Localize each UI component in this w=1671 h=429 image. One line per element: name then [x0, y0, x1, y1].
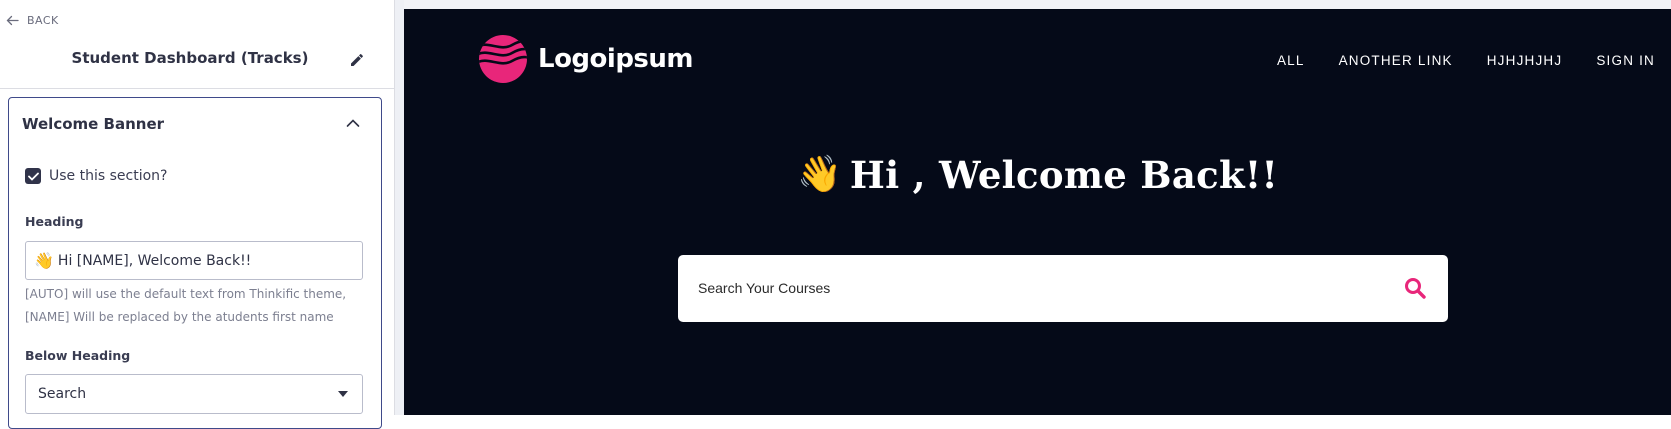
hero-title: Hi , Welcome Back!!: [849, 153, 1278, 197]
site-logo[interactable]: Logoipsum: [478, 34, 694, 84]
arrow-left-icon: [6, 15, 19, 26]
chevron-up-icon[interactable]: [346, 118, 360, 128]
search-icon[interactable]: [1404, 277, 1426, 299]
help-line: [NAME] Will be replaced by the atudents …: [25, 310, 334, 324]
course-search-box[interactable]: Search Your Courses: [678, 255, 1448, 322]
back-label: BACK: [27, 14, 59, 27]
use-section-checkbox-row[interactable]: Use this section?: [25, 168, 167, 184]
heading-input-value: Hi [NAME], Welcome Back!!: [57, 252, 252, 269]
below-heading-value: Search: [38, 386, 87, 402]
preview-top-strip: [404, 0, 1671, 9]
heading-help-text: [AUTO] will use the default text from Th…: [25, 283, 370, 329]
below-heading-select[interactable]: Search: [25, 374, 363, 414]
page-title: Student Dashboard (Tracks): [71, 49, 309, 67]
nav-link-hjhjhjhj[interactable]: HJHJHJHJ: [1487, 53, 1563, 68]
waving-hand-emoji: 👋: [797, 154, 842, 195]
waving-hand-emoji: 👋: [34, 250, 54, 270]
nav-link-another-link[interactable]: ANOTHER LINK: [1339, 53, 1453, 68]
site-preview: Logoipsum ALL ANOTHER LINK HJHJHJHJ SIGN…: [404, 9, 1671, 415]
nav-link-sign-in[interactable]: SIGN IN: [1596, 53, 1655, 68]
logo-mark-icon: [479, 35, 527, 83]
heading-input[interactable]: 👋 Hi [NAME], Welcome Back!!: [25, 241, 363, 280]
below-heading-label: Below Heading: [25, 348, 131, 363]
welcome-banner-section: Welcome Banner Use this section? Heading…: [8, 97, 382, 429]
hero-heading: 👋 Hi , Welcome Back!!: [404, 153, 1671, 197]
nav-link-all[interactable]: ALL: [1277, 53, 1305, 68]
section-title: Welcome Banner: [22, 115, 165, 133]
pencil-icon[interactable]: [349, 52, 365, 68]
check-icon: [27, 172, 39, 181]
panel-gutter: [395, 0, 404, 415]
search-input[interactable]: Search Your Courses: [698, 280, 830, 296]
back-button[interactable]: BACK: [6, 14, 59, 27]
header-divider: [0, 88, 394, 89]
help-line: [AUTO] will use the default text from Th…: [25, 287, 347, 301]
use-section-label: Use this section?: [49, 168, 168, 184]
heading-label: Heading: [25, 214, 84, 229]
editor-panel: BACK Student Dashboard (Tracks) Welcome …: [0, 0, 395, 429]
site-nav: ALL ANOTHER LINK HJHJHJHJ SIGN IN: [1277, 53, 1655, 68]
caret-down-icon: [338, 391, 348, 397]
logo-text: Logoipsum: [538, 44, 694, 74]
use-section-checkbox[interactable]: [25, 168, 41, 184]
